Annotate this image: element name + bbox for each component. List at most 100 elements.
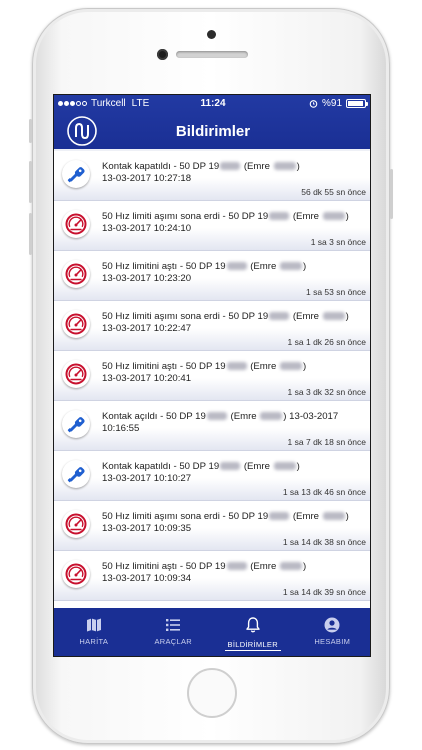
notification-suffix: ) bbox=[296, 161, 300, 172]
map-icon bbox=[54, 616, 134, 634]
notification-datetime: 10:16:55 bbox=[102, 423, 140, 434]
notification-suffix: ) bbox=[303, 561, 307, 572]
notification-datetime: 13-03-2017 10:22:47 bbox=[102, 323, 192, 334]
redacted-plate bbox=[220, 162, 241, 170]
notification-suffix: ) 13-03-2017 bbox=[283, 411, 339, 422]
speedometer-icon bbox=[62, 210, 90, 238]
notification-time-ago: 56 dk 55 sn önce bbox=[301, 187, 366, 197]
notification-text: 50 Hız limitini aştı - 50 DP 19 (Emre ) 1… bbox=[102, 361, 364, 385]
tab-map[interactable]: HARİTA bbox=[54, 608, 134, 656]
tab-label: BİLDİRİMLER bbox=[224, 640, 281, 651]
notification-driver: (Emre bbox=[292, 211, 319, 222]
redacted-plate bbox=[226, 262, 247, 270]
home-button[interactable] bbox=[187, 668, 237, 718]
redacted-plate bbox=[269, 512, 290, 520]
notification-suffix: ) bbox=[345, 211, 349, 222]
ignition-key-icon bbox=[62, 460, 90, 488]
notification-text: 50 Hız limiti aşımı sona erdi - 50 DP 19… bbox=[102, 211, 364, 235]
tab-label: HARİTA bbox=[79, 637, 109, 646]
notification-time-ago: 1 sa 1 dk 26 sn önce bbox=[287, 337, 366, 347]
tab-label: HESABIM bbox=[314, 637, 351, 646]
notification-text: 50 Hız limiti aşımı sona erdi - 50 DP 19… bbox=[102, 311, 364, 335]
redacted-name bbox=[280, 562, 302, 570]
notification-item[interactable]: 50 Hız limiti aşımı sona erdi - 50 DP 19… bbox=[54, 301, 370, 351]
redacted-name bbox=[273, 162, 296, 170]
status-bar: Turkcell LTE 11:24 %91 bbox=[54, 95, 370, 113]
notification-suffix: ) bbox=[345, 311, 349, 322]
notification-text: 50 Hız limitini aştı - 50 DP 19 (Emre ) 1… bbox=[102, 261, 364, 285]
redacted-name bbox=[260, 412, 283, 420]
redacted-name bbox=[273, 462, 296, 470]
notification-suffix: ) bbox=[296, 461, 300, 472]
notification-item[interactable]: Kontak açıldı - 50 DP 19 (Emre ) 13-03-2… bbox=[54, 401, 370, 451]
notification-message: 50 Hız limiti aşımı sona erdi - 50 DP 19 bbox=[102, 311, 269, 322]
volume-up-button bbox=[29, 161, 32, 203]
notification-driver: (Emre bbox=[292, 311, 319, 322]
notification-time-ago: 1 sa 14 dk 38 sn önce bbox=[282, 537, 366, 547]
front-camera bbox=[157, 49, 168, 60]
notification-message: 50 Hız limitini aştı - 50 DP 19 bbox=[102, 561, 226, 572]
notification-driver: (Emre bbox=[230, 411, 257, 422]
notification-message: 50 Hız limiti aşımı sona erdi - 50 DP 19 bbox=[102, 511, 269, 522]
redacted-name bbox=[322, 512, 345, 520]
tab-account[interactable]: HESABIM bbox=[293, 608, 371, 656]
redacted-name bbox=[280, 262, 302, 270]
notification-datetime: 13-03-2017 10:27:18 bbox=[102, 173, 192, 184]
notification-message: Kontak kapatıldı - 50 DP 19 bbox=[102, 161, 220, 172]
notification-time-ago: 1 sa 14 dk 39 sn önce bbox=[282, 587, 366, 597]
bell-icon bbox=[213, 616, 293, 634]
notification-item[interactable]: 50 Hız limiti aşımı sona erdi - 50 DP 19… bbox=[54, 501, 370, 551]
notification-datetime: 13-03-2017 10:09:34 bbox=[102, 573, 192, 584]
notification-message: Kontak kapatıldı - 50 DP 19 bbox=[102, 461, 220, 472]
speedometer-icon bbox=[62, 360, 90, 388]
volume-down-button bbox=[29, 213, 32, 255]
notification-item[interactable]: 50 Hız limitini aştı - 50 DP 19 (Emre ) 1… bbox=[54, 351, 370, 401]
notification-message: 50 Hız limitini aştı - 50 DP 19 bbox=[102, 361, 226, 372]
redacted-plate bbox=[269, 312, 290, 320]
tab-bar: HARİTA ARAÇLAR BİLDİRİMLER HESABIM bbox=[54, 608, 371, 656]
notification-datetime: 13-03-2017 10:09:35 bbox=[102, 523, 192, 534]
notification-list[interactable]: Kontak kapatıldı - 50 DP 19 (Emre ) 13-03… bbox=[54, 151, 370, 609]
ignition-key-icon bbox=[62, 410, 90, 438]
notification-driver: (Emre bbox=[250, 561, 277, 572]
notification-datetime: 13-03-2017 10:24:10 bbox=[102, 223, 192, 234]
notification-datetime: 13-03-2017 10:20:41 bbox=[102, 373, 192, 384]
speedometer-icon bbox=[62, 560, 90, 588]
speedometer-icon bbox=[62, 510, 90, 538]
redacted-plate bbox=[220, 462, 241, 470]
redacted-name bbox=[322, 212, 345, 220]
notification-time-ago: 1 sa 13 dk 46 sn önce bbox=[282, 487, 366, 497]
notification-driver: (Emre bbox=[243, 461, 270, 472]
notification-suffix: ) bbox=[345, 511, 349, 522]
notification-message: 50 Hız limitini aştı - 50 DP 19 bbox=[102, 261, 226, 272]
battery-percent: %91 bbox=[321, 98, 342, 109]
redacted-plate bbox=[226, 362, 247, 370]
speedometer-icon bbox=[62, 310, 90, 338]
page-title: Bildirimler bbox=[175, 123, 251, 140]
notification-text: Kontak kapatıldı - 50 DP 19 (Emre ) 13-03… bbox=[102, 461, 364, 485]
notification-suffix: ) bbox=[303, 261, 307, 272]
tab-list[interactable]: ARAÇLAR bbox=[134, 608, 214, 656]
speedometer-icon bbox=[62, 260, 90, 288]
notification-text: Kontak kapatıldı - 50 DP 19 (Emre ) 13-03… bbox=[102, 161, 364, 185]
notification-datetime: 13-03-2017 10:23:20 bbox=[102, 273, 192, 284]
notification-text: 50 Hız limiti aşımı sona erdi - 50 DP 19… bbox=[102, 511, 364, 535]
notification-driver: (Emre bbox=[243, 161, 270, 172]
notification-item[interactable]: Kontak kapatıldı - 50 DP 19 (Emre ) 13-03… bbox=[54, 151, 370, 201]
app-screen: Turkcell LTE 11:24 %91 Bildirimler Konta… bbox=[53, 94, 371, 657]
notification-item[interactable]: 50 Hız limitini aştı - 50 DP 19 (Emre ) 1… bbox=[54, 551, 370, 601]
earpiece-speaker bbox=[176, 51, 248, 58]
account-icon bbox=[293, 616, 371, 634]
battery-icon bbox=[346, 99, 368, 108]
notification-item[interactable]: 50 Hız limiti aşımı sona erdi - 50 DP 19… bbox=[54, 201, 370, 251]
notification-suffix: ) bbox=[303, 361, 307, 372]
notification-item[interactable]: 50 Hız limitini aştı - 50 DP 19 (Emre ) 1… bbox=[54, 251, 370, 301]
redacted-name bbox=[280, 362, 302, 370]
notification-item[interactable]: Kontak kapatıldı - 50 DP 19 (Emre ) 13-03… bbox=[54, 451, 370, 501]
app-header: Turkcell LTE 11:24 %91 Bildirimler bbox=[54, 95, 370, 149]
notification-datetime: 13-03-2017 10:10:27 bbox=[102, 473, 192, 484]
silent-switch bbox=[29, 119, 32, 143]
tab-bell[interactable]: BİLDİRİMLER bbox=[213, 608, 293, 656]
notification-time-ago: 1 sa 7 dk 18 sn önce bbox=[287, 437, 366, 447]
tab-label: ARAÇLAR bbox=[154, 637, 193, 646]
